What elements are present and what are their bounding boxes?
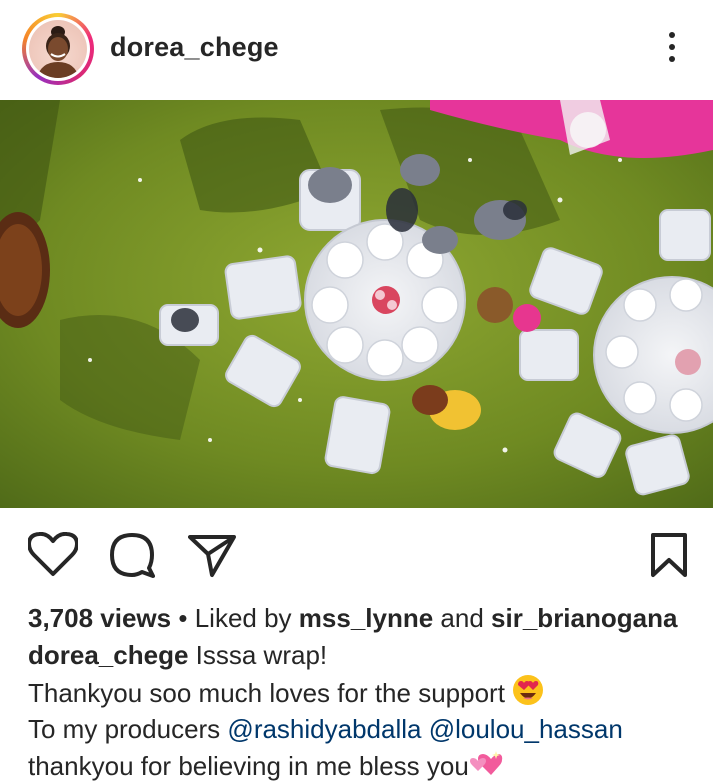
post-caption: 3,708 views • Liked by mss_lynne and sir…: [28, 600, 703, 783]
bookmark-icon[interactable]: [650, 532, 688, 583]
post-actions: [0, 508, 713, 598]
caption-username[interactable]: dorea_chege: [28, 640, 188, 670]
two-hearts-emoji-icon: [469, 749, 503, 783]
caption-line-1: dorea_chege Isssa wrap!: [28, 637, 703, 674]
send-icon[interactable]: [188, 534, 236, 583]
more-options-icon[interactable]: [660, 30, 684, 64]
mention-2[interactable]: @loulou_hassan: [429, 714, 623, 744]
separator: •: [178, 603, 188, 633]
liked-by-prefix: Liked by: [194, 603, 292, 633]
mention-1[interactable]: @rashidyabdalla: [227, 714, 421, 744]
profile-photo: [29, 20, 87, 78]
post-header: dorea_chege: [0, 0, 713, 100]
heart-icon[interactable]: [27, 531, 79, 583]
aerial-dining-scene: [0, 100, 713, 508]
views-count[interactable]: 3,708 views: [28, 603, 171, 633]
caption-line-3: To my producers @rashidyabdalla @loulou_…: [28, 711, 703, 748]
post-media[interactable]: [0, 100, 713, 508]
stats-line: 3,708 views • Liked by mss_lynne and sir…: [28, 600, 703, 637]
caption-line-4: thankyou for believing in me bless you: [28, 748, 703, 783]
caption-text-4: thankyou for believing in me bless you: [28, 751, 469, 781]
liked-by-and: and: [440, 603, 484, 633]
avatar-portrait: [37, 26, 79, 78]
heart-eyes-emoji-icon: [512, 674, 544, 715]
avatar[interactable]: [22, 13, 94, 85]
liker-2[interactable]: sir_brianogana: [491, 603, 677, 633]
caption-text-3: To my producers: [28, 714, 221, 744]
caption-line-2: Thankyou soo much loves for the support: [28, 674, 703, 711]
caption-text-2: Thankyou soo much loves for the support: [28, 678, 505, 708]
caption-text-1: Isssa wrap!: [195, 640, 328, 670]
post-username[interactable]: dorea_chege: [110, 32, 279, 63]
comment-icon[interactable]: [109, 532, 155, 583]
liker-1[interactable]: mss_lynne: [299, 603, 433, 633]
